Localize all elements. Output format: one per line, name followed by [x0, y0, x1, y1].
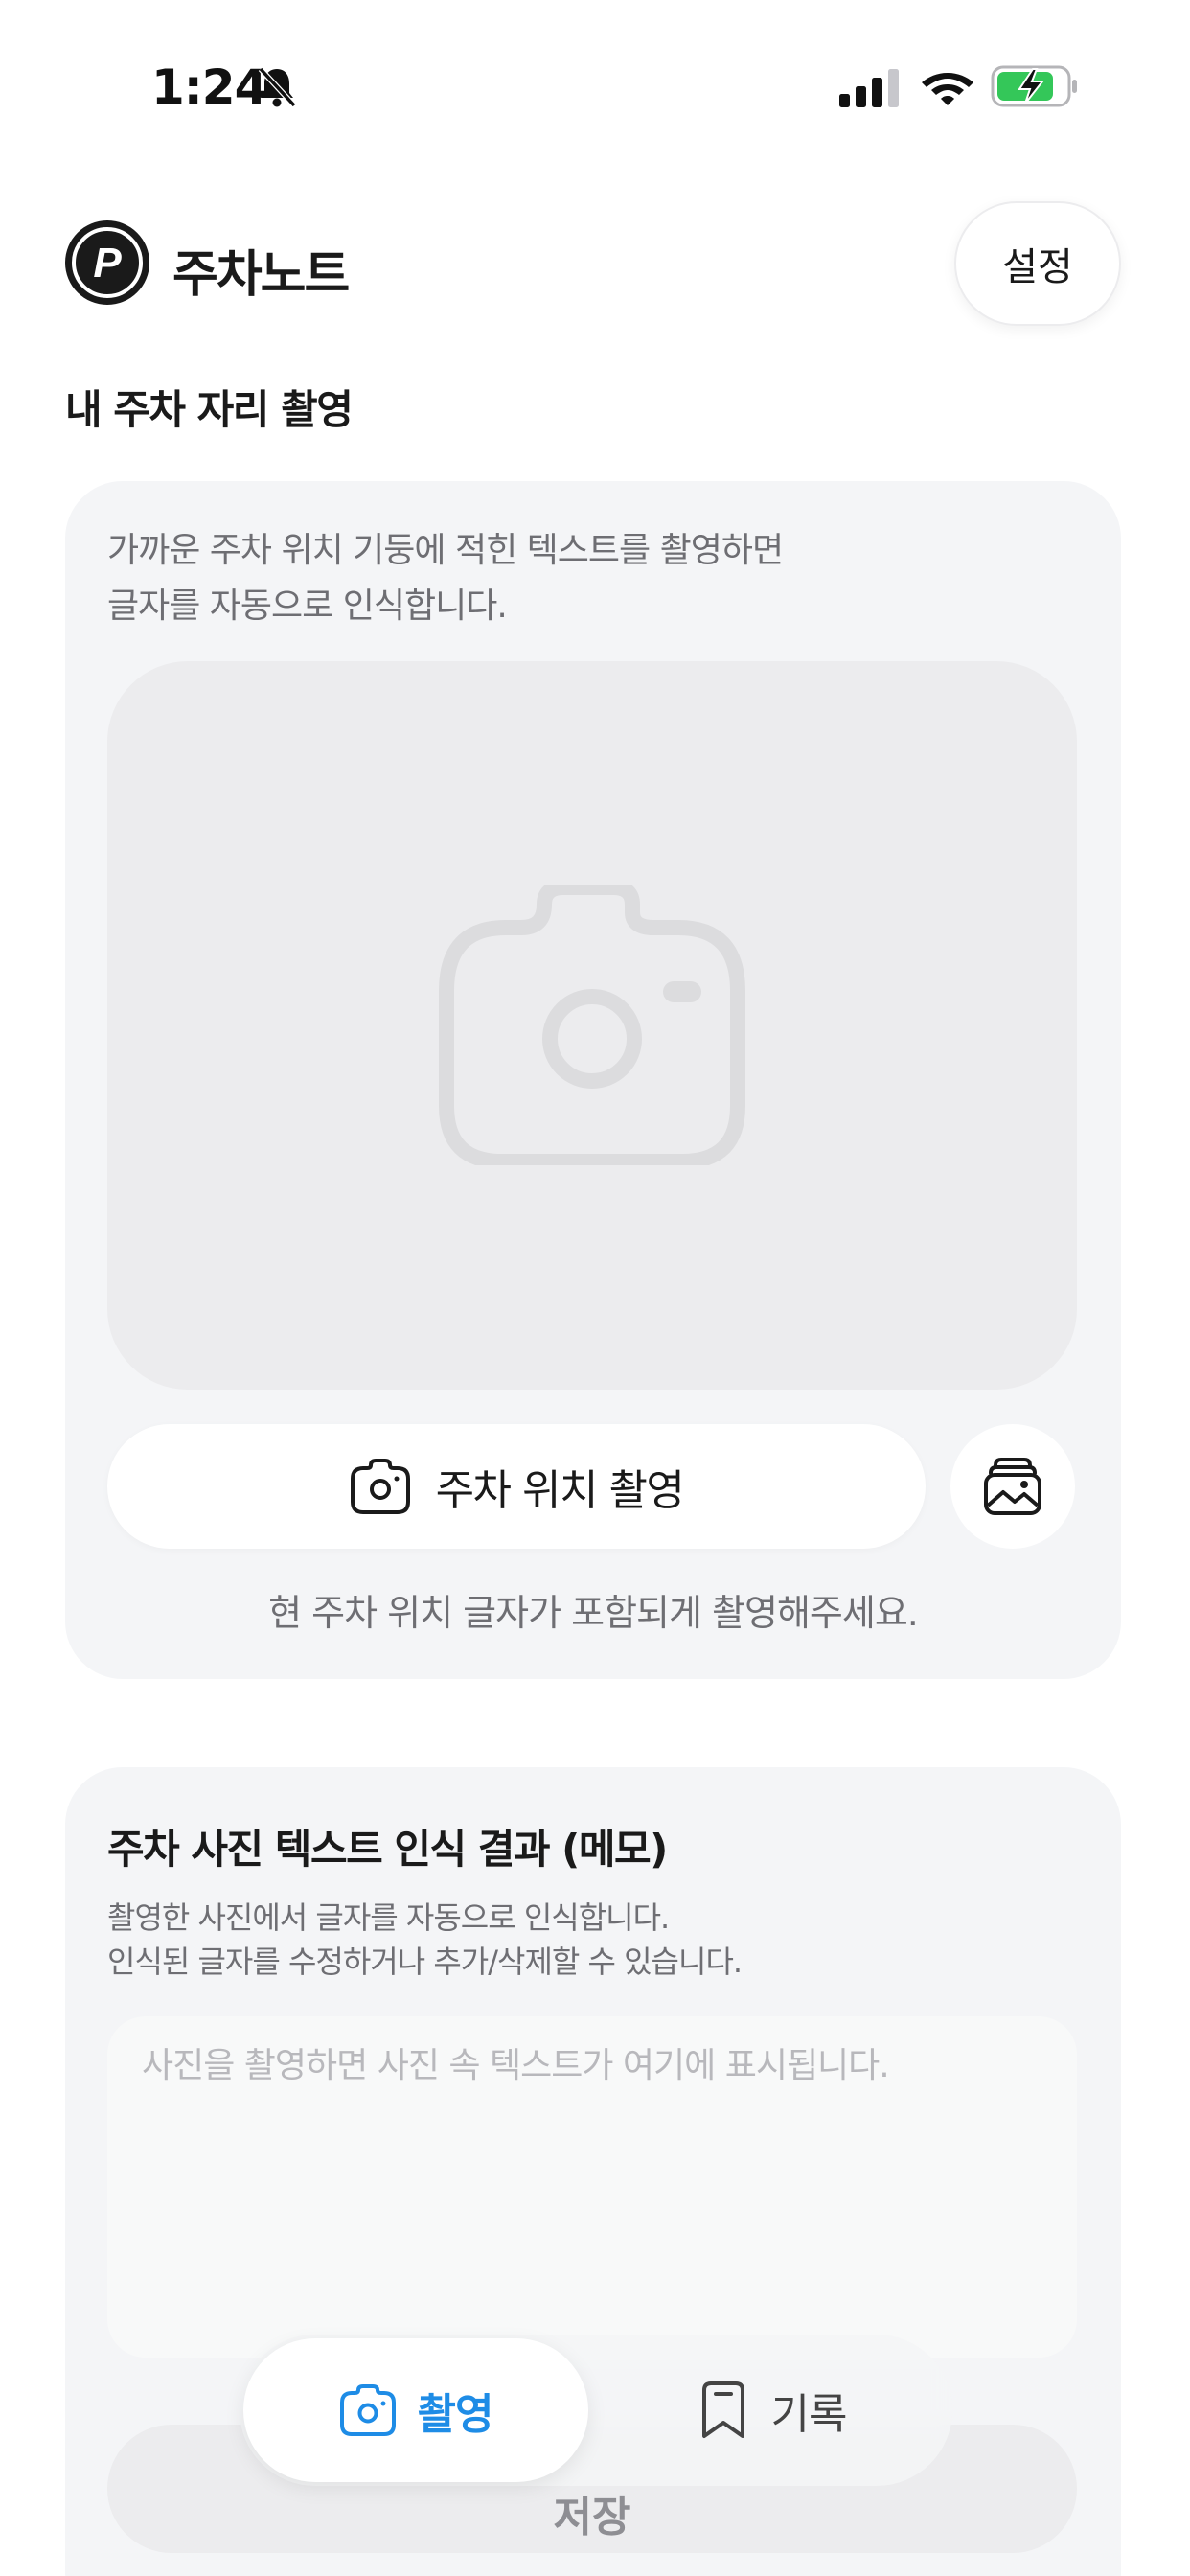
capture-button-label: 주차 위치 촬영 — [435, 1466, 685, 1515]
tab-capture-label: 촬영 — [417, 2390, 494, 2439]
gallery-icon — [984, 1458, 1041, 1515]
ocr-memo-textarea[interactable] — [107, 2016, 1077, 2358]
app-title: 주차노트 — [172, 246, 350, 304]
status-time: 1:24 — [151, 59, 267, 115]
ocr-result-title: 주차 사진 텍스트 인식 결과 (메모) — [107, 1826, 668, 1873]
svg-text:P: P — [93, 240, 122, 287]
gallery-button[interactable] — [950, 1424, 1075, 1549]
silent-bell-icon — [258, 66, 297, 108]
section-title: 내 주차 자리 촬영 — [65, 386, 354, 433]
tab-history[interactable]: 기록 — [613, 2338, 929, 2482]
camera-icon — [339, 2384, 396, 2436]
settings-button[interactable]: 설정 — [954, 201, 1121, 326]
capture-description: 가까운 주차 위치 기둥에 적힌 텍스트를 촬영하면 글자를 자동으로 인식합니… — [107, 531, 784, 626]
tab-history-label: 기록 — [770, 2390, 848, 2439]
save-button-label: 저장 — [553, 2493, 631, 2542]
capture-hint: 현 주차 위치 글자가 포함되게 촬영해주세요. — [268, 1592, 919, 1634]
cellular-signal-icon — [839, 69, 899, 107]
parking-logo-icon: P — [65, 220, 149, 305]
bookmark-icon — [701, 2381, 744, 2438]
wifi-icon — [922, 73, 973, 105]
camera-icon — [350, 1459, 410, 1514]
camera-placeholder-icon — [439, 886, 745, 1165]
capture-location-button[interactable]: 주차 위치 촬영 — [107, 1424, 926, 1549]
battery-charging-icon — [991, 65, 1077, 107]
tab-capture[interactable]: 촬영 — [243, 2338, 588, 2482]
ocr-result-description: 촬영한 사진에서 글자를 자동으로 인식합니다. 인식된 글자를 수정하거나 추… — [107, 1899, 743, 1980]
screen: 1:24 P 주차노트 설정 내 주차 자리 촬영 가까운 주차 위치 기둥에 … — [0, 0, 1190, 2576]
